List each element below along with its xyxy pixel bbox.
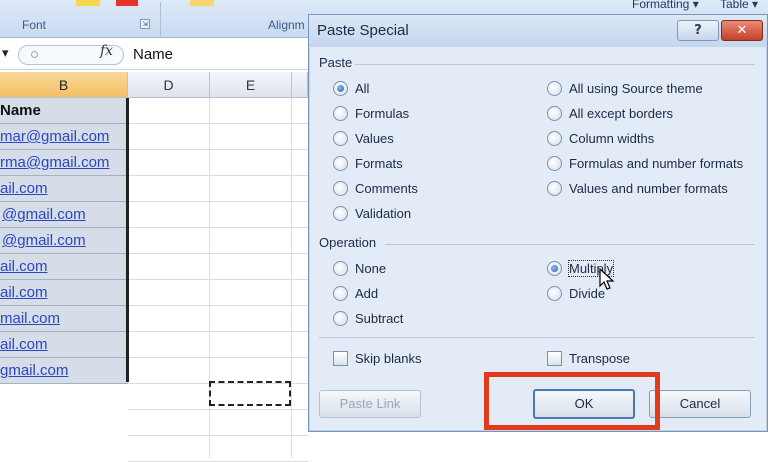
email-cell[interactable]: @gmail.com xyxy=(0,202,128,228)
radio-label: None xyxy=(355,261,387,276)
email-cell[interactable]: rma@gmail.com xyxy=(0,150,128,176)
font-color-swatch[interactable] xyxy=(76,0,100,6)
email-cell[interactable]: mar@gmail.com xyxy=(0,124,128,150)
radio-label: Formulas xyxy=(355,106,410,121)
radio-label: Column widths xyxy=(569,131,655,146)
email-cell[interactable]: gmail.com xyxy=(0,358,128,384)
insert-function-icon[interactable]: fx xyxy=(100,43,113,59)
radio-button[interactable] xyxy=(333,206,348,221)
circle-icon xyxy=(31,51,38,58)
radio-label: Formats xyxy=(355,156,403,171)
radio-label: Add xyxy=(355,286,379,301)
cancel-button[interactable]: Cancel xyxy=(649,390,751,418)
copy-marquee xyxy=(209,381,291,406)
radio-button[interactable] xyxy=(333,81,348,96)
radio-label: Validation xyxy=(355,206,412,221)
operation-section-label: Operation xyxy=(319,235,377,250)
radio-label: Values and number formats xyxy=(569,181,728,196)
selection-border xyxy=(126,98,129,382)
email-cell[interactable]: ail.com xyxy=(0,332,128,358)
paste-link-button[interactable]: Paste Link xyxy=(319,390,421,418)
skip-blanks-label: Skip blanks xyxy=(355,351,422,366)
name-box-dropdown-icon[interactable]: ▾ xyxy=(2,46,9,61)
grid-line xyxy=(128,175,308,176)
close-icon: ✕ xyxy=(736,23,748,38)
paste-special-dialog: Paste Special ? ✕ Paste All Formulas Value… xyxy=(308,14,768,432)
dialog-title-bar[interactable]: Paste Special ? ✕ xyxy=(309,15,767,47)
dropdown-arrow-icon: ▾ xyxy=(752,0,759,11)
alignment-group-label: Alignm xyxy=(268,18,305,32)
mouse-pointer-icon xyxy=(599,268,615,290)
radio-button[interactable] xyxy=(333,181,348,196)
grid-line xyxy=(128,305,308,306)
dropdown-arrow-icon: ▾ xyxy=(692,0,699,11)
checkbox-box[interactable] xyxy=(333,351,348,366)
fill-color-swatch[interactable] xyxy=(116,0,138,6)
radio-button[interactable] xyxy=(547,181,562,196)
table-label: Table xyxy=(720,0,749,11)
email-cell[interactable]: ail.com xyxy=(0,280,128,306)
column-header-e[interactable]: E xyxy=(210,72,292,98)
radio-button[interactable] xyxy=(547,156,562,171)
grid-line xyxy=(128,253,308,254)
grid-line xyxy=(128,227,308,228)
dialog-title: Paste Special xyxy=(317,22,409,39)
grid-line xyxy=(291,98,292,458)
radio-button[interactable] xyxy=(547,131,562,146)
radio-label: Values xyxy=(355,131,394,146)
help-icon: ? xyxy=(694,23,702,38)
grid-line xyxy=(128,201,308,202)
format-as-table-button[interactable]: Table ▾ xyxy=(720,0,758,11)
radio-button[interactable] xyxy=(333,156,348,171)
ok-highlight-annotation xyxy=(484,372,660,430)
help-button[interactable]: ? xyxy=(677,20,719,41)
radio-label: All using Source theme xyxy=(569,81,703,96)
email-cell[interactable]: mail.com xyxy=(0,306,128,332)
radio-label: Formulas and number formats xyxy=(569,156,744,171)
radio-button[interactable] xyxy=(547,286,562,301)
radio-button[interactable] xyxy=(547,81,562,96)
email-cell[interactable]: ail.com xyxy=(0,254,128,280)
header-cell[interactable]: Name xyxy=(0,98,128,124)
radio-button[interactable] xyxy=(333,106,348,121)
radio-button[interactable] xyxy=(333,261,348,276)
grid-line xyxy=(128,435,308,436)
grid-line xyxy=(128,279,308,280)
email-cell[interactable]: @gmail.com xyxy=(0,228,128,254)
grid-line xyxy=(128,123,308,124)
font-dialog-launcher-icon[interactable]: ⇲ xyxy=(140,19,150,29)
radio-button[interactable] xyxy=(547,106,562,121)
radio-button[interactable] xyxy=(333,311,348,326)
font-group-label: Font xyxy=(22,18,47,32)
section-divider xyxy=(355,64,755,65)
grid-line xyxy=(128,331,308,332)
ribbon-separator xyxy=(160,2,161,36)
alignment-swatch[interactable] xyxy=(190,0,214,6)
radio-button[interactable] xyxy=(547,261,562,276)
section-divider xyxy=(319,337,755,338)
grid-line xyxy=(128,357,308,358)
paste-section-label: Paste xyxy=(319,55,353,70)
radio-label: Subtract xyxy=(355,311,404,326)
email-cell[interactable]: ail.com xyxy=(0,176,128,202)
close-button[interactable]: ✕ xyxy=(721,20,763,41)
grid-line xyxy=(128,409,308,410)
formula-input[interactable]: Name xyxy=(133,46,173,63)
column-header-d[interactable]: D xyxy=(128,72,210,98)
radio-label: Comments xyxy=(355,181,418,196)
radio-button[interactable] xyxy=(333,286,348,301)
grid-line xyxy=(128,149,308,150)
radio-button[interactable] xyxy=(333,131,348,146)
transpose-label: Transpose xyxy=(569,351,630,366)
formatting-label: Formatting xyxy=(632,0,690,11)
section-divider xyxy=(385,244,755,245)
column-header-f[interactable] xyxy=(292,72,308,98)
conditional-formatting-button[interactable]: Formatting ▾ xyxy=(632,0,699,11)
radio-label: All xyxy=(355,81,370,96)
checkbox-box[interactable] xyxy=(547,351,562,366)
radio-label: All except borders xyxy=(569,106,674,121)
column-header-b[interactable]: B xyxy=(0,72,128,98)
